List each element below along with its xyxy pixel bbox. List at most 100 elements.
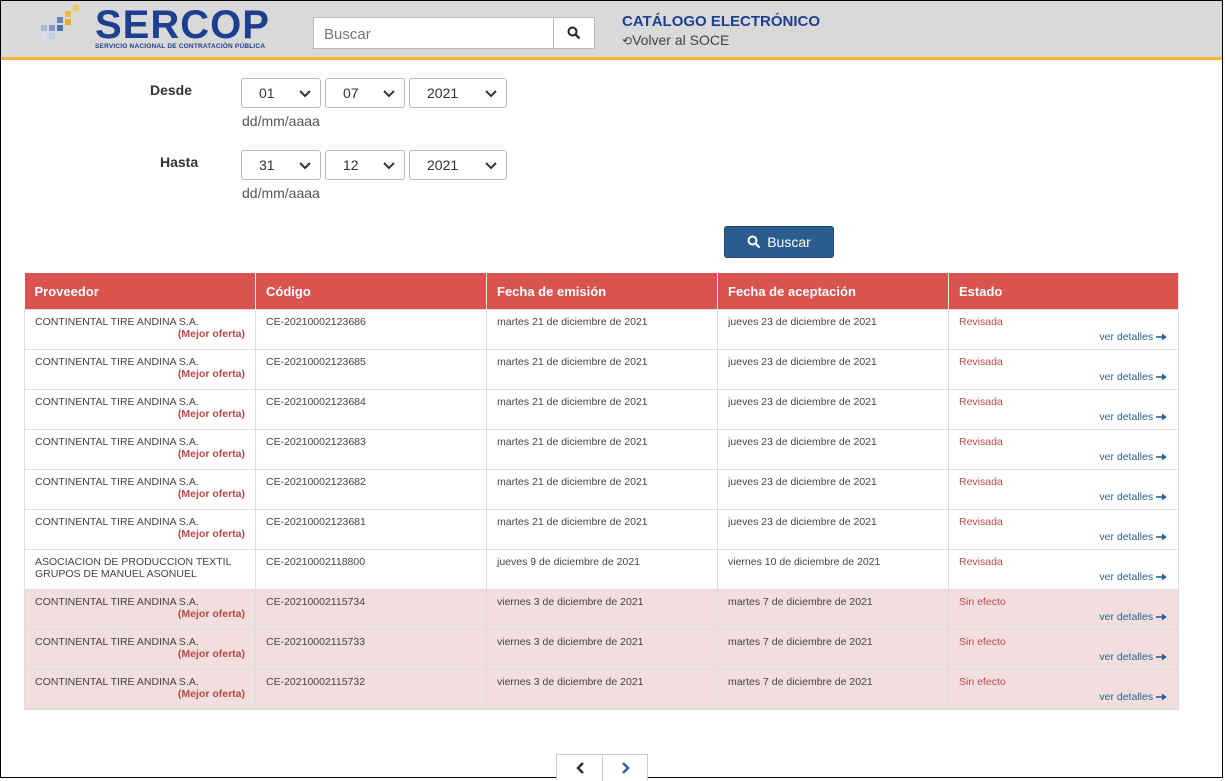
cell-fecha-aceptacion: jueves 23 de diciembre de 2021: [717, 509, 949, 550]
fecha-emision-value: viernes 3 de diciembre de 2021: [497, 676, 644, 688]
cell-fecha-emision: martes 21 de diciembre de 2021: [486, 349, 718, 390]
table-row: CONTINENTAL TIRE ANDINA S.A. (Mejor ofert…: [24, 349, 1179, 390]
hasta-day-select[interactable]: 31: [241, 150, 321, 180]
arrow-right-icon: [1156, 573, 1167, 581]
table-row: CONTINENTAL TIRE ANDINA S.A. (Mejor ofert…: [24, 509, 1179, 550]
ver-detalles-link[interactable]: ver detalles: [1099, 651, 1168, 663]
prev-page-button[interactable]: [557, 755, 603, 781]
desde-day-select[interactable]: 01: [241, 78, 321, 108]
fecha-aceptacion-value: jueves 23 de diciembre de 2021: [728, 476, 877, 488]
cell-fecha-emision: martes 21 de diciembre de 2021: [486, 429, 718, 470]
arrow-right-icon: [1156, 333, 1167, 341]
arrow-right-icon: [1156, 453, 1167, 461]
estado-value: Revisada: [959, 476, 1003, 488]
cell-estado: Revisada ver detalles: [948, 549, 1179, 590]
sercop-logo[interactable]: SERCOP SERVICIO NACIONAL DE CONTRATACIÓN…: [35, 3, 295, 53]
estado-value: Revisada: [959, 556, 1003, 568]
ver-detalles-link[interactable]: ver detalles: [1099, 411, 1168, 423]
ver-detalles-link[interactable]: ver detalles: [1099, 371, 1168, 383]
mejor-oferta-badge: (Mejor oferta): [177, 448, 245, 460]
cell-proveedor: CONTINENTAL TIRE ANDINA S.A. (Mejor ofert…: [24, 589, 256, 630]
ver-detalles-link[interactable]: ver detalles: [1099, 571, 1168, 583]
proveedor-name: ASOCIACION DE PRODUCCION TEXTIL GRUPOS D…: [35, 556, 232, 580]
proveedor-name: CONTINENTAL TIRE ANDINA S.A.: [35, 356, 199, 368]
ver-detalles-link[interactable]: ver detalles: [1099, 491, 1168, 503]
hasta-month-value: 12: [343, 157, 359, 173]
cell-fecha-aceptacion: martes 7 de diciembre de 2021: [717, 589, 949, 630]
codigo-value: CE-20210002115733: [266, 636, 366, 648]
codigo-value: CE-20210002123683: [266, 436, 366, 448]
hasta-year-select[interactable]: 2021: [409, 150, 507, 180]
ver-detalles-link[interactable]: ver detalles: [1099, 691, 1168, 703]
cell-codigo: CE-20210002115733: [255, 629, 487, 670]
cell-estado: Sin efecto ver detalles: [948, 589, 1179, 630]
arrow-right-icon: [1156, 533, 1167, 541]
cell-fecha-aceptacion: jueves 23 de diciembre de 2021: [717, 429, 949, 470]
proveedor-name: CONTINENTAL TIRE ANDINA S.A.: [35, 476, 199, 488]
fecha-emision-value: martes 21 de diciembre de 2021: [497, 516, 648, 528]
fecha-emision-value: jueves 9 de diciembre de 2021: [497, 556, 641, 568]
hasta-month-select[interactable]: 12: [325, 150, 405, 180]
arrow-right-icon: [1156, 373, 1167, 381]
cell-codigo: CE-20210002123686: [255, 309, 487, 350]
logo-text: SERCOP: [95, 3, 270, 47]
cell-estado: Revisada ver detalles: [948, 349, 1179, 390]
catalog-title: CATÁLOGO ELECTRÓNICO: [622, 13, 821, 30]
ver-detalles-label: ver detalles: [1099, 411, 1154, 423]
chevron-down-icon: [299, 90, 311, 98]
ver-detalles-link[interactable]: ver detalles: [1099, 451, 1168, 463]
desde-year-value: 2021: [427, 85, 459, 101]
desde-month-select[interactable]: 07: [325, 78, 405, 108]
desde-year-select[interactable]: 2021: [409, 78, 507, 108]
cell-estado: Revisada ver detalles: [948, 509, 1179, 550]
fecha-aceptacion-value: martes 7 de diciembre de 2021: [728, 636, 873, 648]
arrow-right-icon: [1156, 693, 1167, 701]
fecha-emision-value: martes 21 de diciembre de 2021: [497, 316, 648, 328]
ver-detalles-label: ver detalles: [1099, 491, 1154, 503]
cell-codigo: CE-20210002118800: [255, 549, 487, 590]
cell-proveedor: ASOCIACION DE PRODUCCION TEXTIL GRUPOS D…: [24, 549, 256, 590]
cell-estado: Revisada ver detalles: [948, 309, 1179, 350]
proveedor-name: CONTINENTAL TIRE ANDINA S.A.: [35, 396, 199, 408]
mejor-oferta-badge: (Mejor oferta): [177, 648, 245, 660]
mejor-oferta-badge: (Mejor oferta): [177, 328, 245, 340]
table-header-row: Proveedor Código Fecha de emisión Fecha …: [24, 273, 1179, 310]
col-header-fecha-aceptacion: Fecha de aceptación: [717, 273, 949, 310]
col-header-codigo: Código: [255, 273, 487, 310]
buscar-button[interactable]: Buscar: [724, 226, 834, 258]
fecha-emision-value: martes 21 de diciembre de 2021: [497, 476, 648, 488]
cell-proveedor: CONTINENTAL TIRE ANDINA S.A. (Mejor ofert…: [24, 389, 256, 430]
cell-estado: Revisada ver detalles: [948, 469, 1179, 510]
ver-detalles-link[interactable]: ver detalles: [1099, 531, 1168, 543]
estado-value: Sin efecto: [959, 676, 1006, 688]
back-to-soce-link[interactable]: ⟲Volver al SOCE: [622, 32, 729, 48]
search-input[interactable]: [314, 18, 566, 50]
cell-fecha-emision: martes 21 de diciembre de 2021: [486, 309, 718, 350]
estado-value: Revisada: [959, 316, 1003, 328]
cell-codigo: CE-20210002115734: [255, 589, 487, 630]
arrow-right-icon: [1156, 653, 1167, 661]
proveedor-name: CONTINENTAL TIRE ANDINA S.A.: [35, 316, 199, 328]
fecha-aceptacion-value: viernes 10 de diciembre de 2021: [728, 556, 881, 568]
chevron-left-icon: [575, 762, 584, 774]
mejor-oferta-badge: (Mejor oferta): [177, 688, 245, 700]
hasta-format-hint: dd/mm/aaaa: [242, 185, 320, 201]
cell-fecha-emision: martes 21 de diciembre de 2021: [486, 509, 718, 550]
desde-label: Desde: [150, 82, 193, 98]
table-row: CONTINENTAL TIRE ANDINA S.A. (Mejor ofert…: [24, 589, 1179, 630]
cell-estado: Revisada ver detalles: [948, 389, 1179, 430]
chevron-down-icon: [383, 162, 395, 170]
back-hand-icon: ⟲: [622, 34, 633, 48]
ver-detalles-label: ver detalles: [1099, 371, 1154, 383]
codigo-value: CE-20210002115732: [266, 676, 366, 688]
next-page-button[interactable]: [603, 755, 648, 781]
ver-detalles-link[interactable]: ver detalles: [1099, 331, 1168, 343]
estado-value: Sin efecto: [959, 596, 1006, 608]
chevron-down-icon: [383, 90, 395, 98]
hasta-label: Hasta: [160, 154, 199, 170]
search-button[interactable]: [553, 18, 594, 48]
cell-proveedor: CONTINENTAL TIRE ANDINA S.A. (Mejor ofert…: [24, 309, 256, 350]
fecha-aceptacion-value: jueves 23 de diciembre de 2021: [728, 356, 877, 368]
search-icon: [567, 26, 581, 40]
ver-detalles-link[interactable]: ver detalles: [1099, 611, 1168, 623]
